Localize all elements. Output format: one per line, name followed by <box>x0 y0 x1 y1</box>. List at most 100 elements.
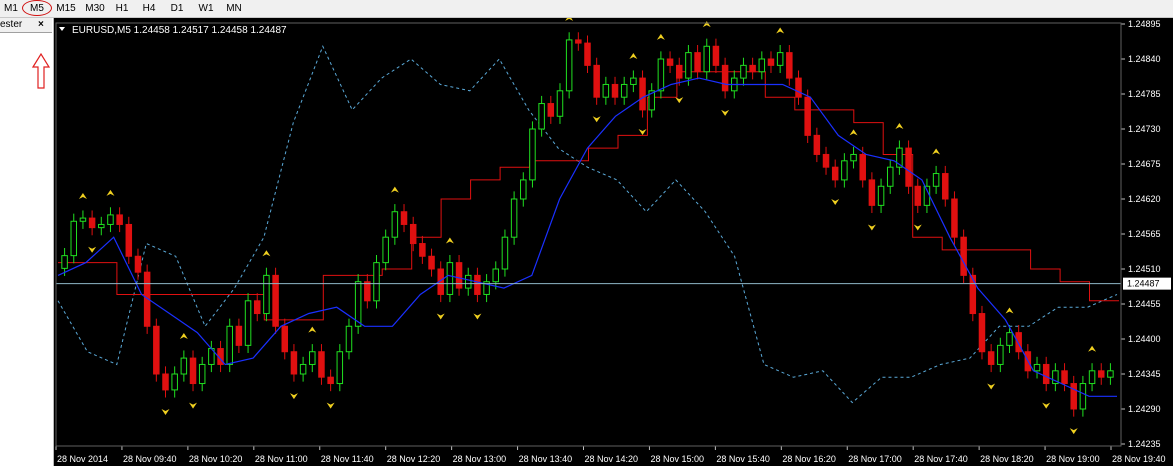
x-tick-label: 28 Nov 15:40 <box>716 454 770 464</box>
fractal-arrows <box>78 14 1097 435</box>
fractal-up-arrow <box>390 186 399 193</box>
timeframe-m1[interactable]: M1 <box>2 1 20 16</box>
timeframe-m15[interactable]: M15 <box>54 1 78 16</box>
candle-body <box>942 173 949 200</box>
candle-body <box>969 274 977 315</box>
candle-body <box>327 376 334 385</box>
fractal-up-arrow <box>1005 307 1014 314</box>
y-tick-label: 1.24730 <box>1128 124 1161 134</box>
tester-tab[interactable]: ester × <box>0 18 52 33</box>
candle-body <box>850 153 857 162</box>
fractal-down-arrow <box>88 246 97 253</box>
fractal-up-arrow <box>308 326 317 333</box>
candles <box>61 32 1114 417</box>
tester-tab-label: ester <box>0 19 23 30</box>
chart-svg: 1.24895 1.24840 1.24785 1.24730 1.24675 1.246… <box>55 14 1171 464</box>
candle-body <box>758 58 766 73</box>
y-tick-label: 1.24840 <box>1128 54 1161 64</box>
blue-indicator-line <box>57 77 1117 397</box>
candle-body <box>70 220 78 257</box>
selected-timeframe-highlight <box>22 0 52 16</box>
candle-body <box>1070 383 1077 410</box>
close-icon[interactable]: × <box>38 18 44 32</box>
candle-body <box>822 153 830 168</box>
candle-body <box>1015 332 1022 353</box>
candle-body <box>492 268 500 283</box>
candle-body <box>565 39 573 92</box>
x-tick-label: 28 Nov 14:20 <box>585 454 639 464</box>
x-tick-label: 28 Nov 19:00 <box>1046 454 1100 464</box>
y-tick-label: 1.24455 <box>1128 299 1161 309</box>
candle-body <box>721 64 729 92</box>
candle-body <box>703 45 711 73</box>
candle-body <box>547 103 555 117</box>
candle-body <box>446 262 454 295</box>
x-tick-label: 28 Nov 12:20 <box>387 454 441 464</box>
candle-body <box>905 147 912 187</box>
candle-body <box>400 211 408 225</box>
timeframe-w1[interactable]: W1 <box>196 1 216 16</box>
candle-body <box>877 185 885 206</box>
candle-body <box>685 52 692 79</box>
fractal-down-arrow <box>638 129 647 135</box>
x-tick-label: 28 Nov 15:00 <box>650 454 704 464</box>
timeframe-h4[interactable]: H4 <box>140 1 158 16</box>
timeframe-d1[interactable]: D1 <box>168 1 186 16</box>
candle-body <box>932 173 940 187</box>
candle-body <box>666 58 674 66</box>
fractal-up-arrow <box>656 33 665 40</box>
fractal-down-arrow <box>675 97 684 104</box>
candle-body <box>198 363 206 385</box>
y-tick-label: 1.24290 <box>1128 404 1161 414</box>
x-tick-label: 28 Nov 2014 <box>57 454 108 464</box>
fractal-up-arrow <box>445 237 454 244</box>
y-tick-label: 1.24785 <box>1128 89 1161 99</box>
candle-body <box>354 281 362 327</box>
fractal-down-arrow <box>161 409 170 415</box>
candle-body <box>1033 363 1041 372</box>
candle-body <box>1006 332 1013 346</box>
candle-body <box>584 42 591 66</box>
candle-body <box>455 262 463 289</box>
price-chart[interactable]: 1.24895 1.24840 1.24785 1.24730 1.24675 1.246… <box>54 14 1173 466</box>
fractal-down-arrow <box>1042 402 1051 409</box>
timeframe-m30[interactable]: M30 <box>83 1 107 16</box>
y-tick-label: 1.24235 <box>1128 439 1161 449</box>
y-tick-label: 1.24565 <box>1128 229 1161 239</box>
x-tick-label: 28 Nov 13:40 <box>519 454 573 464</box>
x-tick-label: 28 Nov 13:00 <box>453 454 507 464</box>
y-tick-label: 1.24895 <box>1128 19 1161 29</box>
candle-body <box>886 166 894 187</box>
candle-body <box>593 64 600 98</box>
x-tick-label: 28 Nov 17:40 <box>914 454 968 464</box>
candle-body <box>997 344 1004 365</box>
candle-body <box>318 351 325 378</box>
candle-body <box>868 179 876 206</box>
fractal-down-arrow <box>289 393 298 400</box>
candle-body <box>272 274 279 327</box>
fractal-down-arrow <box>867 224 876 231</box>
fractal-down-arrow <box>189 402 198 409</box>
candle-body <box>501 236 509 270</box>
fractal-up-arrow <box>106 189 115 196</box>
fractal-up-arrow <box>262 250 271 257</box>
plot-border <box>55 22 1122 447</box>
candle-body <box>226 325 233 365</box>
candle-body <box>382 236 389 264</box>
dashed-cyan-series <box>57 45 1118 404</box>
x-tick-label: 28 Nov 19:40 <box>1112 454 1166 464</box>
candle-body <box>162 373 169 391</box>
candle-body <box>373 262 380 302</box>
candle-body <box>575 39 582 44</box>
price-axis: 1.24895 1.24840 1.24785 1.24730 1.24675 1.246… <box>1121 19 1171 449</box>
x-tick-label: 28 Nov 09:40 <box>123 454 177 464</box>
candle-body <box>189 357 197 385</box>
timeframe-mn[interactable]: MN <box>223 1 245 16</box>
candle-body <box>620 83 628 98</box>
y-tick-label: 1.24620 <box>1128 194 1161 204</box>
candle-body <box>235 325 243 346</box>
candle-body <box>813 134 821 155</box>
timeframe-h1[interactable]: H1 <box>113 1 131 16</box>
x-tick-label: 28 Nov 17:00 <box>848 454 902 464</box>
candle-body <box>1107 370 1114 378</box>
